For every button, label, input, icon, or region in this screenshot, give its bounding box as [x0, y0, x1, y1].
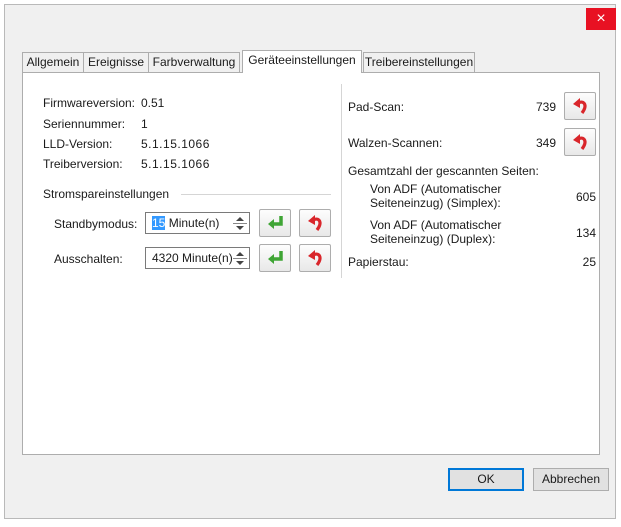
firmware-label: Firmwareversion: [43, 96, 136, 110]
roller-scan-value: 349 [535, 136, 556, 150]
standby-value-unit: Minute(n) [165, 216, 220, 230]
power-group-title: Stromspareinstellungen [43, 187, 170, 201]
group-divider [181, 194, 331, 195]
tab-allgemein[interactable]: Allgemein [22, 52, 84, 72]
reset-off-button[interactable] [299, 244, 331, 272]
duplex-label-line2: Seiteneinzug) (Duplex): [370, 232, 496, 246]
driver-value: 5.1.15.1066 [141, 157, 210, 171]
apply-arrow-icon [268, 216, 283, 229]
tab-farbverwaltung[interactable]: Farbverwaltung [148, 52, 240, 72]
duplex-label-line1: Von ADF (Automatischer [370, 218, 502, 232]
off-spin-arrows[interactable] [233, 250, 247, 266]
lld-value: 5.1.15.1066 [141, 137, 210, 151]
standby-spinbox[interactable]: 15 Minute(n) [145, 212, 250, 234]
lld-label: LLD-Version: [43, 137, 113, 151]
cancel-button[interactable]: Abbrechen [533, 468, 609, 491]
off-label: Ausschalten: [54, 252, 123, 266]
simplex-value: 605 [575, 190, 596, 204]
duplex-value: 134 [575, 226, 596, 240]
standby-label: Standbymodus: [54, 217, 138, 231]
reset-standby-button[interactable] [299, 209, 331, 237]
firmware-value: 0.51 [141, 96, 165, 110]
apply-standby-button[interactable] [259, 209, 291, 237]
paper-jam-label: Papierstau: [348, 255, 409, 269]
undo-arrow-icon [573, 98, 587, 114]
close-button[interactable]: × [586, 8, 616, 30]
reset-roller-scan-button[interactable] [564, 128, 596, 156]
tab-ereignisse[interactable]: Ereignisse [83, 52, 149, 72]
ok-button[interactable]: OK [448, 468, 524, 491]
driver-label: Treiberversion: [43, 157, 123, 171]
roller-scan-label: Walzen-Scannen: [348, 136, 443, 150]
tab-geraeteeinstellungen[interactable]: Geräteeinstellungen [242, 50, 362, 73]
paper-jam-value: 25 [582, 255, 596, 269]
apply-arrow-icon [268, 251, 283, 264]
simplex-label-line2: Seiteneinzug) (Simplex): [370, 196, 501, 210]
standby-spin-arrows[interactable] [233, 215, 247, 231]
serial-label: Seriennummer: [43, 117, 126, 131]
simplex-label-line1: Von ADF (Automatischer [370, 182, 502, 196]
serial-value: 1 [141, 117, 148, 131]
off-value: 4320 Minute(n) [152, 251, 233, 265]
reset-pad-scan-button[interactable] [564, 92, 596, 120]
pad-scan-label: Pad-Scan: [348, 100, 405, 114]
undo-arrow-icon [573, 134, 587, 150]
column-divider [341, 84, 342, 278]
tab-treibereinstellungen[interactable]: Treibereinstellungen [363, 52, 475, 72]
pad-scan-value: 739 [535, 100, 556, 114]
apply-off-button[interactable] [259, 244, 291, 272]
off-spinbox[interactable]: 4320 Minute(n) [145, 247, 250, 269]
undo-arrow-icon [308, 250, 322, 266]
undo-arrow-icon [308, 215, 322, 231]
total-pages-label: Gesamtzahl der gescannten Seiten: [348, 164, 539, 178]
standby-value-selected: 15 [152, 216, 166, 230]
